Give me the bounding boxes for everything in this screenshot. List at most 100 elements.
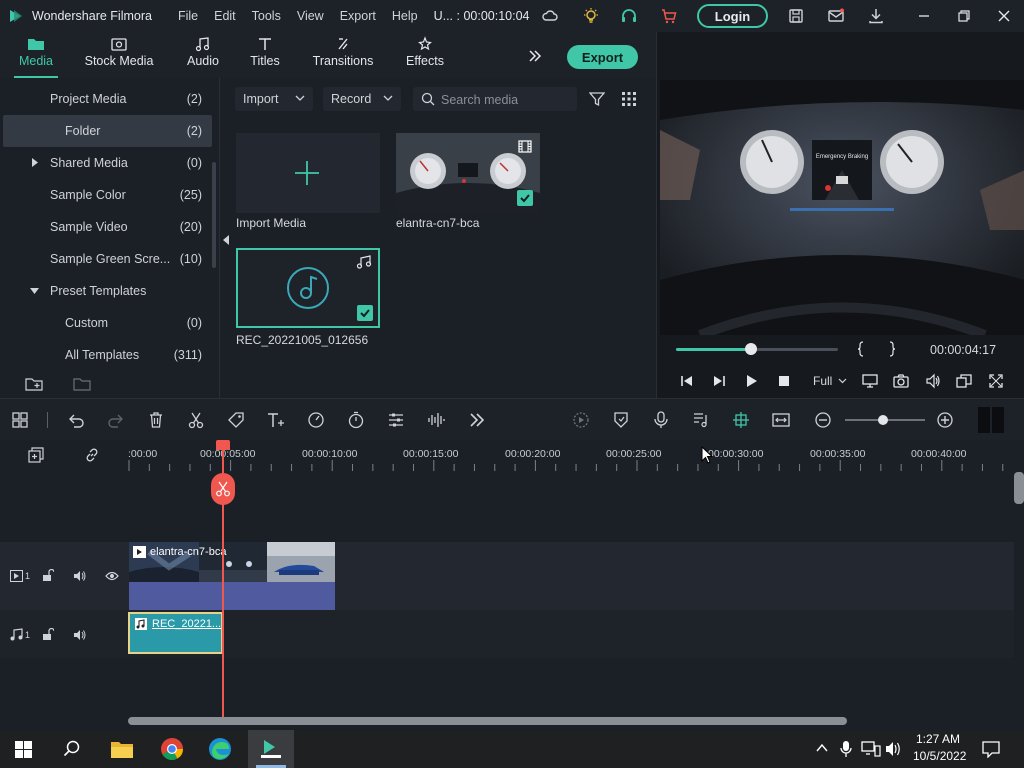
tab-audio[interactable]: Audio	[184, 32, 222, 78]
notification-icon[interactable]	[982, 740, 1000, 758]
mail-icon[interactable]	[827, 7, 845, 25]
lock-open-icon[interactable]	[42, 628, 54, 641]
tag-icon[interactable]	[227, 411, 245, 429]
zoom-in-icon[interactable]	[936, 411, 954, 429]
menu-view[interactable]: View	[297, 9, 324, 23]
tab-effects[interactable]: Effects	[402, 32, 448, 78]
link-icon[interactable]	[84, 447, 100, 463]
tree-item-project-media[interactable]: Project Media (2)	[0, 83, 212, 115]
tree-item-sample-video[interactable]: Sample Video (20)	[0, 211, 212, 243]
timeline-vertical-scrollbar[interactable]	[1014, 472, 1024, 504]
menu-export[interactable]: Export	[340, 9, 376, 23]
mark-out-icon[interactable]	[884, 341, 900, 357]
speaker-icon[interactable]	[73, 629, 87, 641]
minimize-icon[interactable]	[915, 7, 933, 25]
speed-icon[interactable]	[307, 411, 325, 429]
menu-edit[interactable]: Edit	[214, 9, 236, 23]
microphone-icon[interactable]	[652, 411, 670, 429]
more-tabs-icon[interactable]	[527, 48, 543, 64]
adjust-sliders-icon[interactable]	[387, 411, 405, 429]
panel-layout-toggle[interactable]	[978, 407, 1004, 433]
collapse-panel-icon[interactable]	[222, 235, 230, 245]
zoom-slider-knob[interactable]	[878, 415, 888, 425]
tab-media[interactable]: Media	[14, 32, 58, 78]
search-icon[interactable]	[63, 740, 81, 758]
audio-waveform-icon[interactable]	[427, 411, 445, 429]
cart-icon[interactable]	[660, 7, 678, 25]
pip-icon[interactable]	[956, 373, 972, 389]
tab-transitions[interactable]: Transitions	[310, 32, 376, 78]
audio-clip-rec[interactable]: REC_20221...	[128, 612, 223, 654]
grid-view-icon[interactable]	[621, 91, 637, 107]
cloud-icon[interactable]	[541, 7, 559, 25]
playhead-split-button[interactable]	[211, 473, 235, 505]
windows-start-icon[interactable]	[15, 741, 32, 758]
tab-stock-media[interactable]: Stock Media	[82, 32, 156, 78]
menu-tools[interactable]: Tools	[252, 9, 281, 23]
headset-icon[interactable]	[620, 7, 638, 25]
scissors-icon[interactable]	[187, 411, 205, 429]
step-forward-icon[interactable]	[711, 373, 727, 389]
media-item-rec-audio[interactable]	[236, 248, 380, 328]
bulb-icon[interactable]	[582, 7, 600, 25]
new-folder-icon[interactable]	[25, 376, 43, 392]
folder-outline-icon[interactable]	[73, 376, 91, 392]
search-media-input[interactable]: Search media	[413, 87, 577, 111]
tree-item-sample-color[interactable]: Sample Color (25)	[0, 179, 212, 211]
step-back-icon[interactable]	[679, 373, 695, 389]
import-dropdown[interactable]: Import	[235, 87, 313, 111]
timeline-horizontal-scrollbar[interactable]	[128, 717, 847, 725]
chevron-up-icon[interactable]	[816, 743, 828, 753]
lock-open-icon[interactable]	[42, 569, 54, 582]
tree-item-shared-media[interactable]: Shared Media (0)	[0, 147, 212, 179]
tree-scrollbar[interactable]	[212, 162, 216, 268]
music-list-icon[interactable]	[692, 411, 710, 429]
login-button[interactable]: Login	[697, 4, 768, 28]
more-tools-icon[interactable]	[468, 411, 486, 429]
zoom-slider[interactable]	[845, 415, 925, 425]
time-ruler[interactable]: :00:00 00:00:05:00 00:00:10:00 00:00:15:…	[128, 440, 1014, 472]
progress-knob[interactable]	[744, 343, 757, 355]
chrome-icon[interactable]	[160, 737, 184, 761]
eye-icon[interactable]	[105, 571, 119, 581]
taskbar-filmora-app[interactable]	[248, 730, 294, 768]
delete-trash-icon[interactable]	[147, 411, 165, 429]
filter-icon[interactable]	[589, 91, 605, 107]
undo-icon[interactable]	[67, 411, 85, 429]
fit-timeline-icon[interactable]	[772, 411, 790, 429]
tree-item-preset-templates[interactable]: Preset Templates	[0, 275, 212, 307]
fullscreen-icon[interactable]	[988, 373, 1004, 389]
add-track-icon[interactable]	[28, 447, 44, 463]
tree-item-sample-green-screen[interactable]: Sample Green Scre... (10)	[0, 243, 212, 275]
video-clip-elantra[interactable]: elantra-cn7-bca	[129, 542, 335, 610]
network-icon[interactable]	[861, 741, 881, 757]
volume-icon[interactable]	[885, 741, 903, 757]
media-item-elantra[interactable]	[396, 133, 540, 213]
tab-titles[interactable]: Titles	[247, 32, 283, 78]
tree-item-all-templates[interactable]: All Templates (311)	[0, 339, 212, 371]
quality-dropdown[interactable]: Full	[813, 373, 847, 389]
microphone-icon[interactable]	[840, 740, 852, 758]
zoom-out-icon[interactable]	[814, 411, 832, 429]
file-explorer-icon[interactable]	[110, 739, 134, 759]
tree-item-folder[interactable]: Folder (2)	[3, 115, 212, 147]
duration-clock-icon[interactable]	[347, 411, 365, 429]
add-text-icon[interactable]	[267, 411, 285, 429]
menu-file[interactable]: File	[178, 9, 198, 23]
display-icon[interactable]	[862, 373, 878, 389]
stop-icon[interactable]	[776, 373, 792, 389]
restore-icon[interactable]	[955, 7, 973, 25]
snapshot-camera-icon[interactable]	[893, 373, 909, 389]
tree-item-custom[interactable]: Custom (0)	[0, 307, 212, 339]
snap-magnet-icon[interactable]	[732, 411, 750, 429]
speaker-icon[interactable]	[73, 570, 87, 582]
render-preview-icon[interactable]	[572, 411, 590, 429]
mark-in-icon[interactable]	[853, 341, 869, 357]
edge-icon[interactable]	[208, 737, 232, 761]
download-icon[interactable]	[867, 7, 885, 25]
play-icon[interactable]	[743, 373, 759, 389]
close-icon[interactable]	[995, 7, 1013, 25]
save-icon[interactable]	[787, 7, 805, 25]
menu-help[interactable]: Help	[392, 9, 418, 23]
record-dropdown[interactable]: Record	[323, 87, 401, 111]
